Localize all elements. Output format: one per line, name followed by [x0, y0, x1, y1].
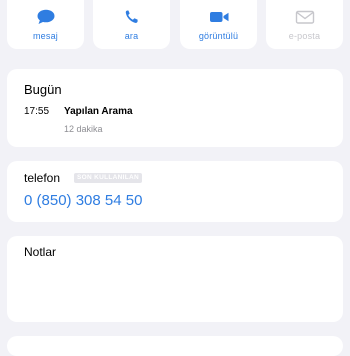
notes-title: Notlar — [24, 245, 57, 259]
video-call-button-label: görüntülü — [198, 31, 239, 41]
email-button-label: e-posta — [288, 31, 321, 41]
email-button[interactable]: e-posta — [266, 0, 343, 49]
message-button-label: mesaj — [32, 31, 58, 41]
phone-number-link[interactable]: 0 (850) 308 54 50 — [24, 192, 142, 209]
call-button-label: ara — [124, 31, 139, 41]
call-button[interactable]: ara — [93, 0, 170, 49]
envelope-icon — [295, 10, 314, 24]
call-time: 17:55 — [24, 106, 50, 117]
video-camera-icon — [209, 12, 228, 22]
message-bubble-icon — [37, 9, 54, 24]
contact-action-bar: mesaj ara görüntülü e-posta — [0, 0, 350, 49]
next-card — [7, 336, 343, 356]
video-call-button[interactable]: görüntülü — [180, 0, 257, 49]
recent-calls-title: Bugün — [24, 82, 62, 97]
recently-used-badge: SON KULLANILAN — [74, 173, 142, 183]
phone-handset-icon — [125, 10, 138, 23]
message-button[interactable]: mesaj — [7, 0, 84, 49]
phone-number-card[interactable]: telefon SON KULLANILAN 0 (850) 308 54 50 — [7, 161, 343, 222]
call-duration: 12 dakika — [64, 124, 103, 134]
recent-calls-card: Bugün 17:55 Yapılan Arama 12 dakika — [7, 69, 343, 147]
notes-card[interactable]: Notlar — [7, 236, 343, 322]
phone-label: telefon — [24, 171, 61, 185]
call-type: Yapılan Arama — [64, 106, 133, 117]
